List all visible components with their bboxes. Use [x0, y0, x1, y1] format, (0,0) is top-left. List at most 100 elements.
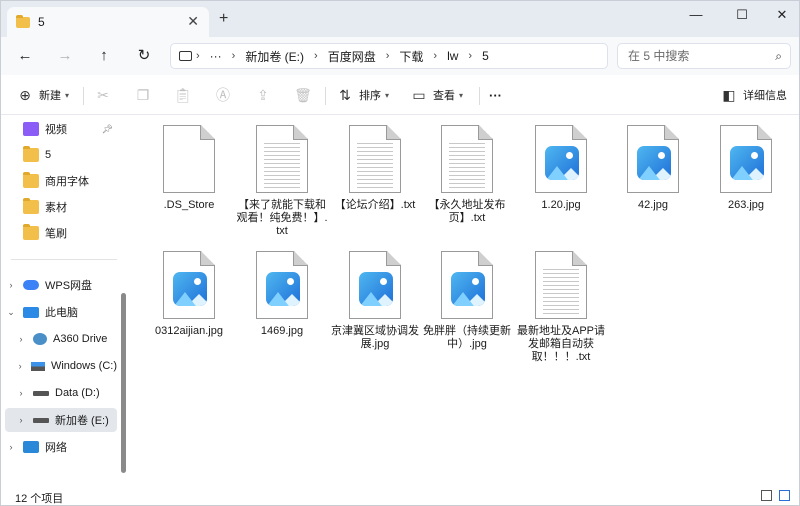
chevron-right-icon: › [231, 50, 236, 62]
close-tab-icon[interactable]: ✕ [187, 13, 199, 30]
tab-5[interactable]: 5 ✕ [7, 7, 209, 37]
breadcrumb-item[interactable]: 下载 [399, 48, 423, 65]
rename-icon: Ⓐ [216, 87, 230, 103]
search-icon: ⌕ [775, 49, 782, 63]
breadcrumb-more[interactable]: ··· [210, 49, 222, 63]
sidebar-item-label: Data (D:) [55, 387, 100, 399]
copy-button[interactable]: ❐ [133, 85, 153, 105]
file-name: 【来了就能下载和观看！纯免费！】.txt [236, 199, 328, 237]
pin-icon: 📌︎ [101, 123, 113, 134]
file-name: 【论坛介绍】.txt [334, 199, 416, 211]
file-item[interactable]: 【永久地址发布页】.txt [421, 125, 513, 225]
divider [11, 259, 117, 260]
chevron-right-icon[interactable]: › [15, 388, 27, 398]
close-window-button[interactable]: ✕ [767, 7, 797, 27]
breadcrumb-item[interactable]: 5 [482, 49, 489, 63]
chevron-right-icon[interactable]: › [15, 415, 27, 425]
divider [325, 87, 326, 105]
image-file-icon [163, 251, 215, 319]
sidebar-item-label: Windows (C:) [50, 360, 117, 372]
up-button[interactable]: ↑ [94, 46, 114, 66]
more-options-button[interactable]: ··· [489, 85, 502, 105]
view-button[interactable]: ▭ 查看 ▾ [409, 85, 463, 105]
file-name: 最新地址及APP请发邮箱自动获取！！！.txt [516, 325, 605, 363]
sidebar-item-brushes[interactable]: 笔刷 [5, 221, 117, 245]
refresh-button[interactable]: ↻ [134, 46, 154, 66]
file-name: .DS_Store [163, 199, 215, 211]
sidebar-item-5[interactable]: 5 [5, 143, 117, 167]
tab-bar: 5 ✕ + — ☐ ✕ [1, 1, 799, 37]
file-name: 263.jpg [727, 199, 765, 211]
network-icon [23, 441, 39, 453]
copy-icon: ❐ [136, 86, 150, 103]
file-item[interactable]: 免胖胖（持续更新中）.jpg [421, 251, 513, 351]
plus-circle-icon: ⊕ [19, 86, 31, 103]
sort-label: 排序 [359, 90, 381, 102]
address-bar[interactable]: › ··· › 新加卷 (E:) › 百度网盘 › 下载 › lw › 5 [170, 43, 608, 69]
chevron-right-icon[interactable]: › [5, 442, 17, 452]
folder-icon [23, 198, 39, 214]
sidebar-item-drive-e[interactable]: › 新加卷 (E:) [5, 408, 117, 432]
sort-button[interactable]: ⇅ 排序 ▾ [335, 85, 389, 105]
maximize-button[interactable]: ☐ [727, 7, 757, 27]
tab-title: 5 [38, 15, 45, 29]
file-item[interactable]: 最新地址及APP请发邮箱自动获取！！！.txt [515, 251, 607, 364]
details-button[interactable]: ◧ 详细信息 [719, 85, 787, 105]
new-tab-button[interactable]: + [219, 10, 228, 28]
sidebar-item-label: 网络 [45, 442, 67, 454]
file-item[interactable]: 0312aijian.jpg [143, 251, 235, 338]
divider [83, 87, 84, 105]
share-button[interactable]: ⇪ [253, 85, 273, 105]
file-name: 1469.jpg [260, 325, 304, 337]
sidebar-item-label: 5 [45, 149, 52, 161]
delete-button[interactable]: 🗑︎ [293, 85, 313, 105]
sidebar-scrollbar[interactable] [121, 293, 126, 473]
paste-button[interactable]: 📋︎ [173, 85, 193, 105]
chevron-right-icon[interactable]: › [15, 361, 25, 371]
sidebar-item-wps[interactable]: › WPS网盘 [5, 273, 117, 297]
search-input[interactable]: 在 5 中搜索 ⌕ [617, 43, 791, 69]
minimize-button[interactable]: — [681, 7, 711, 27]
sidebar-item-drive-d[interactable]: › Data (D:) [15, 381, 117, 405]
sidebar-item-assets[interactable]: 素材 [5, 195, 117, 219]
sidebar-item-drive-c[interactable]: › Windows (C:) [15, 354, 117, 378]
breadcrumb-item[interactable]: 新加卷 (E:) [245, 48, 304, 65]
chevron-right-icon: › [196, 50, 200, 62]
file-item[interactable]: 1.20.jpg [515, 125, 607, 212]
details-pane-icon: ◧ [722, 86, 736, 103]
forward-button[interactable]: → [55, 46, 75, 66]
large-icons-view-icon[interactable] [779, 490, 790, 501]
file-item[interactable]: 【论坛介绍】.txt [329, 125, 421, 212]
file-item[interactable]: .DS_Store [143, 125, 235, 212]
file-item[interactable]: 42.jpg [607, 125, 699, 212]
cut-button[interactable]: ✂ [93, 85, 113, 105]
sort-icon: ⇅ [339, 86, 351, 103]
image-file-icon [720, 125, 772, 193]
sidebar-item-videos[interactable]: 视频 📌︎ [5, 117, 117, 141]
new-label: 新建 [39, 90, 61, 102]
new-button[interactable]: ⊕ 新建 ▾ [15, 85, 69, 105]
navigation-bar: ← → ↑ ↻ › ··· › 新加卷 (E:) › 百度网盘 › 下载 › l… [1, 37, 799, 75]
sidebar-item-a360[interactable]: › A360 Drive [15, 327, 117, 351]
rename-button[interactable]: Ⓐ [213, 85, 233, 105]
breadcrumb-item[interactable]: lw [447, 49, 458, 63]
sidebar-item-network[interactable]: › 网络 [5, 435, 117, 459]
image-file-icon [256, 251, 308, 319]
divider [479, 87, 480, 105]
details-view-icon[interactable] [761, 490, 772, 501]
file-name: 免胖胖（持续更新中）.jpg [423, 325, 511, 350]
sidebar-item-this-pc[interactable]: ⌄ 此电脑 [5, 300, 117, 324]
file-item[interactable]: 京津冀区域协调发展.jpg [329, 251, 421, 351]
chevron-right-icon[interactable]: › [15, 334, 27, 344]
file-item[interactable]: 【来了就能下载和观看！纯免费！】.txt [236, 125, 328, 238]
status-bar: 12 个项目 [1, 485, 799, 505]
chevron-right-icon[interactable]: › [5, 280, 17, 290]
breadcrumb-item[interactable]: 百度网盘 [328, 48, 376, 65]
file-name: 0312aijian.jpg [155, 325, 223, 337]
chevron-down-icon[interactable]: ⌄ [5, 307, 17, 318]
file-item[interactable]: 263.jpg [700, 125, 792, 212]
sidebar-item-commercial-fonts[interactable]: 商用字体 [5, 169, 117, 193]
back-button[interactable]: ← [15, 46, 35, 66]
chevron-right-icon: › [385, 50, 390, 62]
file-item[interactable]: 1469.jpg [236, 251, 328, 338]
